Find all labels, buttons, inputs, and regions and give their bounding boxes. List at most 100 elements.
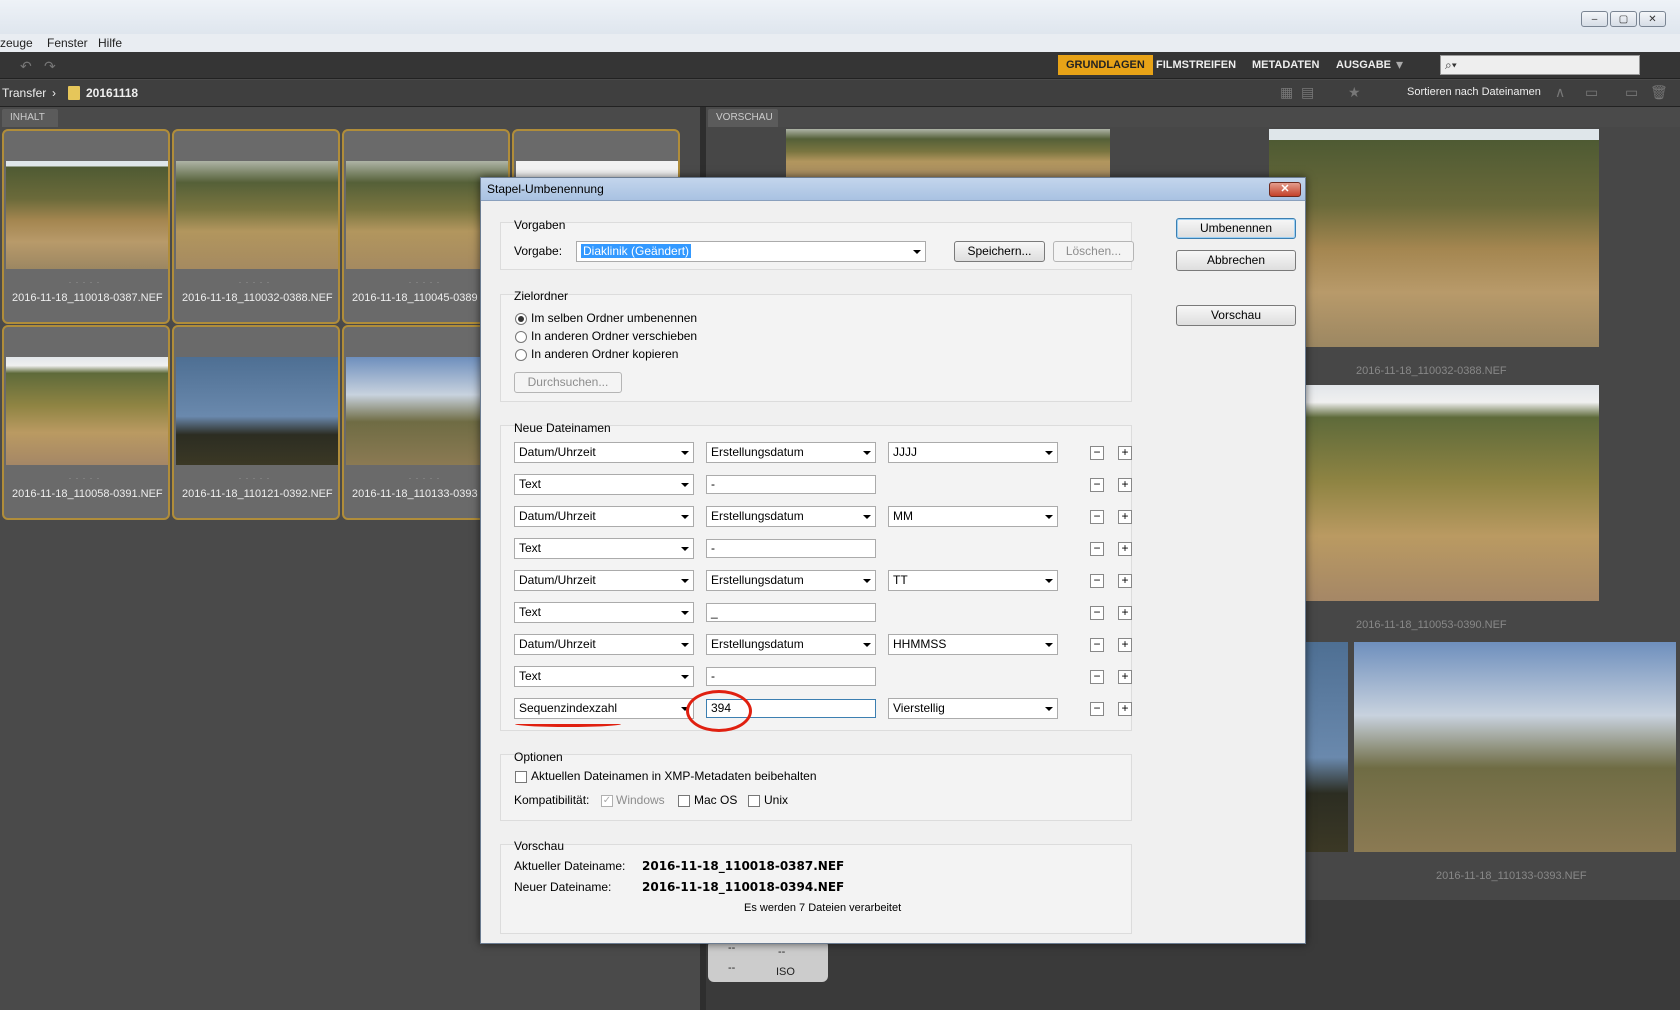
preview-image[interactable]: [786, 129, 1110, 179]
view-grid-icon[interactable]: ▦: [1280, 84, 1293, 101]
maximize-button[interactable]: ▢: [1610, 11, 1637, 27]
macos-checkbox[interactable]: [678, 795, 690, 807]
open-folder-icon[interactable]: ▭: [1585, 84, 1598, 101]
add-row-button[interactable]: +: [1118, 670, 1132, 684]
rating-dots[interactable]: ·····: [4, 277, 168, 287]
new-folder-icon[interactable]: ▭: [1625, 84, 1638, 101]
move-folder-label[interactable]: In anderen Ordner verschieben: [531, 329, 697, 343]
copy-folder-label[interactable]: In anderen Ordner kopieren: [531, 347, 678, 361]
preview-image[interactable]: [1354, 642, 1676, 852]
thumbnail[interactable]: ····· 2016-11-18_110121-0392.NEF: [172, 325, 340, 520]
preview-title: Vorschau: [514, 839, 565, 853]
row-text-input[interactable]: -: [706, 539, 876, 558]
minimize-button[interactable]: –: [1581, 11, 1608, 27]
add-row-button[interactable]: +: [1118, 542, 1132, 556]
keep-xmp-checkbox[interactable]: [515, 771, 527, 783]
row-text-input[interactable]: -: [706, 475, 876, 494]
rating-dots[interactable]: ·····: [174, 473, 338, 483]
remove-row-button[interactable]: −: [1090, 542, 1104, 556]
radio-copy-folder[interactable]: [515, 349, 527, 361]
rating-dots[interactable]: ·····: [174, 277, 338, 287]
star-filter-icon[interactable]: ★: [1348, 84, 1361, 101]
unix-label[interactable]: Unix: [764, 793, 788, 807]
breadcrumb-root[interactable]: Transfer: [2, 86, 46, 100]
row-format-select[interactable]: JJJJ: [888, 442, 1058, 463]
workspace-ausgabe[interactable]: AUSGABE: [1328, 55, 1399, 75]
row-type-select[interactable]: Text: [514, 666, 694, 687]
tab-content[interactable]: INHALT: [2, 109, 58, 127]
save-preset-button[interactable]: Speichern...: [954, 241, 1045, 262]
menu-tools[interactable]: zeuge: [0, 36, 33, 50]
preview-button[interactable]: Vorschau: [1176, 305, 1296, 326]
preset-select[interactable]: Diaklinik (Geändert): [576, 241, 926, 262]
radio-move-folder[interactable]: [515, 331, 527, 343]
row-type-select[interactable]: Text: [514, 602, 694, 623]
row-text-input[interactable]: -: [706, 667, 876, 686]
iso-label: ISO: [776, 966, 795, 978]
add-row-button[interactable]: +: [1118, 574, 1132, 588]
menu-window[interactable]: Fenster: [47, 36, 88, 50]
thumbnail[interactable]: ····· 2016-11-18_110032-0388.NEF: [172, 129, 340, 324]
row-format-select[interactable]: MM: [888, 506, 1058, 527]
row-type-select[interactable]: Datum/Uhrzeit: [514, 506, 694, 527]
add-row-button[interactable]: +: [1118, 510, 1132, 524]
row-type-select[interactable]: Datum/Uhrzeit: [514, 442, 694, 463]
remove-row-button[interactable]: −: [1090, 606, 1104, 620]
workspace-metadaten[interactable]: METADATEN: [1244, 55, 1327, 75]
search-input[interactable]: ⌕▾: [1440, 55, 1640, 75]
thumbnail[interactable]: ····· 2016-11-18_110018-0387.NEF: [2, 129, 170, 324]
add-row-button[interactable]: +: [1118, 638, 1132, 652]
remove-row-button[interactable]: −: [1090, 574, 1104, 588]
row-field-select[interactable]: Erstellungsdatum: [706, 442, 876, 463]
workspace-filmstreifen[interactable]: FILMSTREIFEN: [1148, 55, 1244, 75]
remove-row-button[interactable]: −: [1090, 510, 1104, 524]
view-thumbs-icon[interactable]: ▤: [1301, 84, 1314, 101]
tab-preview[interactable]: VORSCHAU: [708, 109, 778, 127]
keep-xmp-label[interactable]: Aktuellen Dateinamen in XMP-Metadaten be…: [531, 769, 817, 783]
add-row-button[interactable]: +: [1118, 702, 1132, 716]
row-type-select[interactable]: Datum/Uhrzeit: [514, 570, 694, 591]
row-format-select[interactable]: TT: [888, 570, 1058, 591]
preview-image[interactable]: [1269, 129, 1599, 347]
row-text-input[interactable]: _: [706, 603, 876, 622]
preview-image[interactable]: [1306, 385, 1599, 601]
sort-label[interactable]: Sortieren nach Dateinamen: [1407, 86, 1541, 98]
same-folder-label[interactable]: Im selben Ordner umbenennen: [531, 311, 697, 325]
rename-button[interactable]: Umbenennen: [1176, 218, 1296, 239]
menu-help[interactable]: Hilfe: [98, 36, 122, 50]
chevron-down-icon: [681, 451, 689, 455]
unix-checkbox[interactable]: [748, 795, 760, 807]
trash-icon[interactable]: 🗑: [1650, 84, 1668, 101]
close-window-button[interactable]: ✕: [1639, 11, 1666, 27]
row-field-select[interactable]: Erstellungsdatum: [706, 506, 876, 527]
row-field-select[interactable]: Erstellungsdatum: [706, 570, 876, 591]
remove-row-button[interactable]: −: [1090, 478, 1104, 492]
remove-row-button[interactable]: −: [1090, 638, 1104, 652]
row-field-select[interactable]: Erstellungsdatum: [706, 634, 876, 655]
redo-icon[interactable]: ↷: [44, 58, 56, 75]
row-type-select[interactable]: Text: [514, 538, 694, 559]
remove-row-button[interactable]: −: [1090, 702, 1104, 716]
undo-icon[interactable]: ↶: [20, 58, 32, 75]
sort-asc-icon[interactable]: ∧: [1555, 84, 1565, 101]
remove-row-button[interactable]: −: [1090, 670, 1104, 684]
add-row-button[interactable]: +: [1118, 606, 1132, 620]
row-type-select[interactable]: Datum/Uhrzeit: [514, 634, 694, 655]
row-format-select[interactable]: Vierstellig: [888, 698, 1058, 719]
workspace-menu-icon[interactable]: ▾: [1396, 56, 1403, 73]
remove-row-button[interactable]: −: [1090, 446, 1104, 460]
add-row-button[interactable]: +: [1118, 446, 1132, 460]
radio-same-folder[interactable]: [515, 313, 527, 325]
dialog-close-button[interactable]: ✕: [1269, 182, 1301, 197]
cancel-button[interactable]: Abbrechen: [1176, 250, 1296, 271]
rating-dots[interactable]: ·····: [4, 473, 168, 483]
add-row-button[interactable]: +: [1118, 478, 1132, 492]
row-type-select[interactable]: Text: [514, 474, 694, 495]
workspace-grundlagen[interactable]: GRUNDLAGEN: [1058, 55, 1153, 75]
row-type-select[interactable]: Sequenzindexzahl: [514, 698, 694, 719]
breadcrumb-folder[interactable]: 20161118: [86, 86, 138, 100]
row-format-select[interactable]: HHMMSS: [888, 634, 1058, 655]
thumbnail[interactable]: ····· 2016-11-18_110058-0391.NEF: [2, 325, 170, 520]
preview-image[interactable]: [1306, 642, 1348, 852]
macos-label[interactable]: Mac OS: [694, 793, 737, 807]
